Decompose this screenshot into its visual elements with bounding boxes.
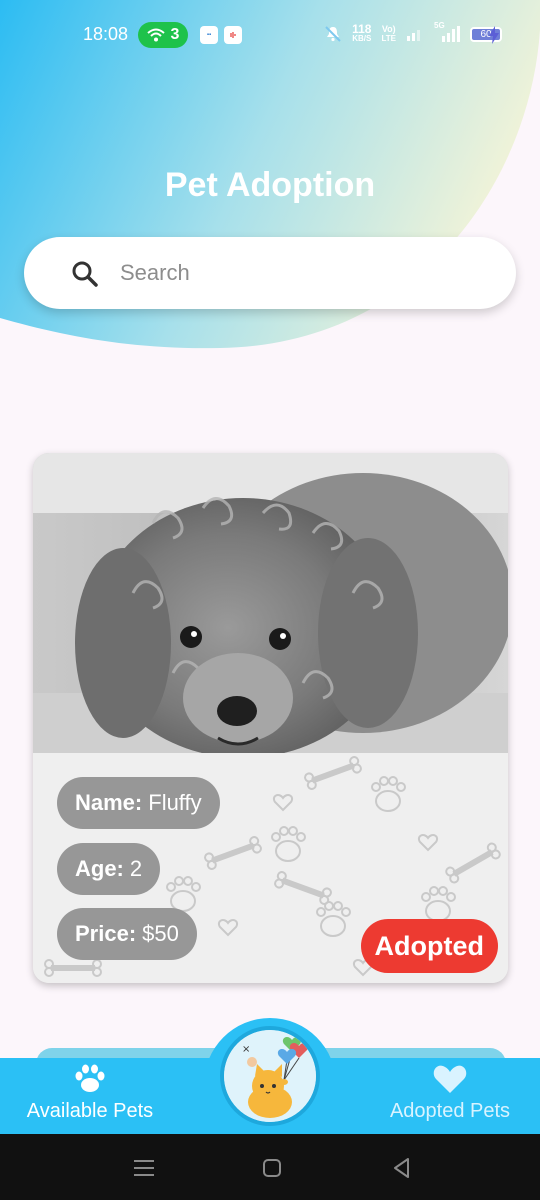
notification-audio-icon	[224, 26, 242, 44]
pet-age-value: 2	[129, 856, 143, 881]
cat-balloons-icon: ×	[224, 1030, 316, 1122]
home-icon[interactable]	[258, 1154, 286, 1182]
adopted-status-badge: Adopted	[360, 919, 498, 973]
network-speed: 118 KB/S	[352, 22, 372, 43]
pet-name-pill: Name: Fluffy	[57, 777, 220, 829]
pet-card[interactable]: Name: Fluffy Age: 2 Price: $50 Adopted	[33, 453, 508, 983]
nav-available-pets[interactable]: Available Pets	[0, 1064, 180, 1123]
heart-icon	[433, 1065, 467, 1093]
system-navigation-bar	[0, 1134, 540, 1200]
nav-available-pets-label: Available Pets	[26, 1100, 154, 1122]
hotspot-count: 3	[170, 26, 180, 43]
volte-indicator: Vo) LTE	[381, 24, 396, 43]
pet-age-label: Age:	[75, 856, 124, 881]
center-cat-button[interactable]: ×	[220, 1026, 320, 1126]
search-input[interactable]	[120, 255, 480, 291]
notification-app-icon: ▪▪	[200, 26, 218, 44]
pet-age-pill: Age: 2	[57, 843, 161, 895]
charging-icon	[489, 26, 499, 44]
pet-name-value: Fluffy	[148, 790, 202, 815]
search-bar[interactable]	[24, 237, 516, 309]
svg-text:×: ×	[242, 1044, 250, 1055]
paw-icon	[75, 1064, 105, 1092]
signal-5g-icon: 5G	[434, 21, 460, 43]
status-bar: 18:08 3 ▪▪ 118 KB/S Vo) LTE 5G 60	[0, 0, 540, 70]
nav-adopted-pets[interactable]: Adopted Pets	[360, 1064, 540, 1123]
pet-name-label: Name:	[75, 790, 143, 815]
page-title: Pet Adoption	[164, 166, 376, 204]
nav-adopted-pets-label: Adopted Pets	[389, 1100, 511, 1122]
pet-price-label: Price:	[75, 921, 137, 946]
menu-icon[interactable]	[130, 1154, 158, 1182]
status-time: 18:08	[83, 24, 129, 44]
search-icon	[72, 261, 98, 287]
pet-info-panel: Name: Fluffy Age: 2 Price: $50 Adopted	[33, 753, 508, 983]
pet-price-value: $50	[142, 921, 179, 946]
back-icon[interactable]	[388, 1154, 416, 1182]
pet-photo	[33, 453, 508, 753]
hotspot-indicator: 3	[138, 22, 188, 48]
signal-icon	[407, 30, 420, 41]
mute-bell-icon	[325, 26, 341, 42]
wifi-icon	[146, 28, 165, 42]
status-right-group: 118 KB/S Vo) LTE 5G 60	[324, 21, 502, 44]
pet-price-pill: Price: $50	[57, 908, 197, 960]
